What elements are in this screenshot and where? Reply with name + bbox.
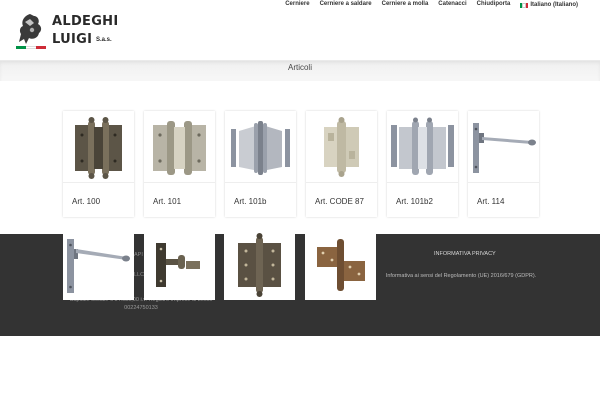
product-card[interactable]: Art. 114 (468, 111, 539, 217)
hinge-nickel-double-icon (153, 121, 206, 175)
logo-text-line1: ALDEGHI (52, 14, 119, 29)
logo-text-line2: LUIGI (52, 32, 93, 47)
product-label[interactable]: Art. CODE 87 (315, 197, 364, 206)
product-label[interactable]: Art. 101b2 (396, 197, 433, 206)
logo-suffix: S.a.s. (96, 37, 112, 43)
bronze-hinge-icon (238, 233, 281, 297)
nav-item-cerniere-a-molla[interactable]: Cerniere a molla (382, 0, 429, 10)
nav-item-cerniere-a-saldare[interactable]: Cerniere a saldare (320, 0, 372, 10)
product-card[interactable]: Art. CODE 87 (306, 111, 377, 217)
product-label[interactable]: Art. 100 (72, 197, 100, 206)
product-thumbnail[interactable] (387, 111, 458, 183)
door-closer-arm-icon (473, 123, 536, 173)
page-title: Articoli (287, 63, 312, 72)
product-thumbnail[interactable] (306, 111, 377, 183)
hinge-steel-plate-icon (231, 121, 290, 175)
product-label[interactable]: Art. 101 (153, 197, 181, 206)
product-thumbnail[interactable] (305, 229, 376, 300)
language-switcher[interactable]: Italiano (Italiano) (520, 0, 578, 10)
product-card[interactable]: Art. 100 (63, 111, 134, 217)
italian-flag-icon (520, 2, 529, 8)
main-nav: Cerniere Cerniere a saldare Cerniere a m… (285, 0, 578, 10)
product-label[interactable]: Art. 101b (234, 197, 266, 206)
griffin-logo-icon (19, 14, 42, 44)
latch-bolt-icon (156, 243, 200, 287)
hinge-bronze-double-icon (75, 117, 122, 179)
product-thumbnail[interactable] (468, 111, 539, 183)
product-thumbnail[interactable] (225, 111, 296, 183)
product-thumbnail[interactable] (63, 229, 134, 300)
product-thumbnail[interactable] (144, 111, 215, 183)
hinge-steel-spring-icon (391, 117, 454, 175)
product-thumbnail[interactable] (144, 229, 215, 300)
privacy-title[interactable]: INFORMATIVA PRIVACY (434, 251, 496, 257)
nav-item-cerniere[interactable]: Cerniere (285, 0, 309, 10)
site-footer: API LLC Capitale sociale € 54.080,00 i.v… (0, 229, 600, 336)
language-label: Italiano (Italiano) (530, 1, 578, 8)
product-label[interactable]: Art. 114 (477, 197, 504, 206)
hinge-brushed-icon (324, 117, 359, 177)
footer-company-fragment: API (134, 252, 143, 258)
nav-item-catenacci[interactable]: Catenacci (438, 0, 466, 10)
footer-company-fragment: LLC (134, 272, 145, 278)
bronze-flag-hinge-icon (317, 239, 365, 291)
privacy-text: Informativa ai sensi del Regolamento (UE… (385, 273, 537, 279)
site-header: ALDEGHI LUIGI S.a.s. Cerniere Cerniere a… (0, 0, 600, 60)
product-card[interactable]: Art. 101b2 (387, 111, 458, 217)
nav-item-chiudiporta[interactable]: Chiudiporta (477, 0, 511, 10)
logo[interactable]: ALDEGHI LUIGI S.a.s. (16, 12, 118, 49)
italian-flag-stripe (16, 46, 46, 49)
door-closer-arm-icon (67, 239, 130, 293)
product-thumbnail[interactable] (63, 111, 134, 183)
product-card[interactable]: Art. 101b (225, 111, 296, 217)
product-thumbnail[interactable] (224, 229, 295, 300)
product-card[interactable]: Art. 101 (144, 111, 215, 217)
